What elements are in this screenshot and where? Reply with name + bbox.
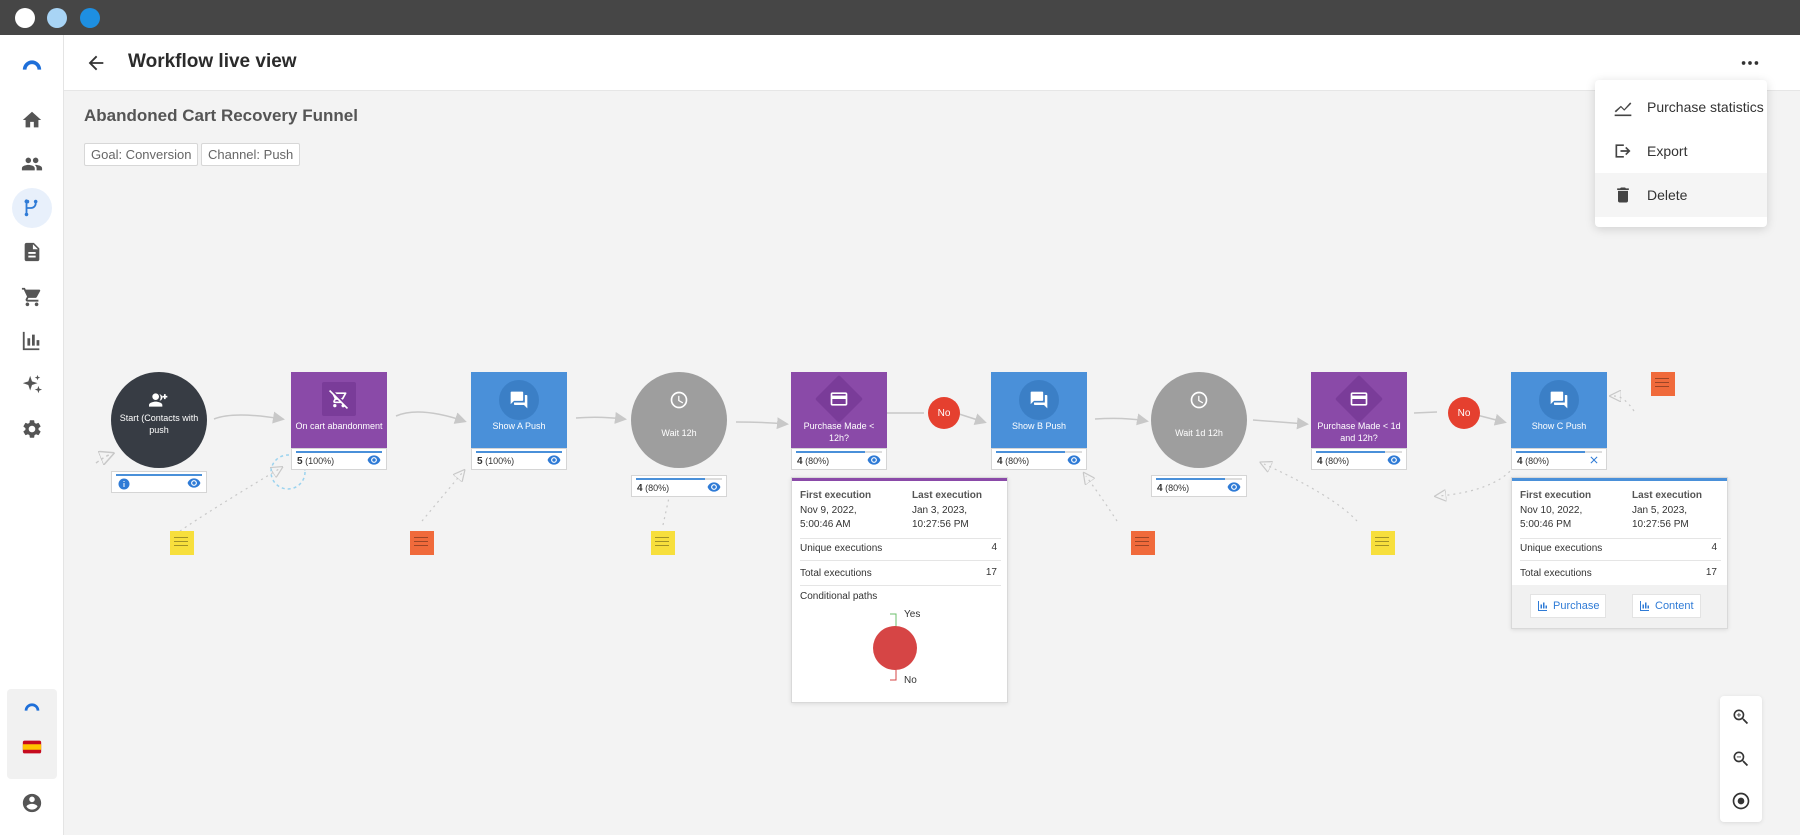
sidebar-brand-mini[interactable] (12, 687, 52, 727)
recenter-button[interactable] (1720, 780, 1762, 822)
menu-item-delete[interactable]: Delete (1595, 173, 1767, 217)
sidebar-item-workflows[interactable] (12, 188, 52, 228)
close-icon[interactable] (1587, 454, 1601, 466)
zoom-in-icon (1733, 709, 1749, 725)
branch-no-badge[interactable]: No (928, 397, 960, 429)
eye-icon[interactable] (547, 454, 561, 466)
info-icon[interactable] (118, 478, 130, 490)
zoom-in-button[interactable] (1720, 696, 1762, 738)
recenter-icon (1732, 792, 1750, 810)
node-details-popover-condition: First execution Nov 9, 2022, 5:00:46 AM … (791, 477, 1008, 703)
eye-icon[interactable] (707, 481, 721, 493)
brand-logo[interactable] (12, 45, 52, 85)
zoom-out-icon (1733, 751, 1749, 767)
credit-card-icon (1334, 374, 1384, 424)
menu-item-purchase-statistics[interactable]: Purchase statistics (1595, 85, 1767, 129)
node-show-b-push-stats[interactable]: 4 (80%) (991, 448, 1087, 470)
clock-icon (659, 380, 699, 420)
eye-icon[interactable] (367, 454, 381, 466)
chat-icon (1019, 380, 1059, 420)
cart-off-icon (322, 382, 356, 416)
paths-pie (873, 626, 917, 670)
arrow-left-icon (88, 55, 104, 71)
path-yes-label: Yes (904, 609, 921, 620)
home-icon (22, 111, 42, 128)
trash-icon (1617, 187, 1629, 203)
content-stats-button[interactable]: Content (1632, 594, 1701, 618)
zoom-out-button[interactable] (1720, 738, 1762, 780)
eye-icon[interactable] (1387, 454, 1401, 466)
sidebar-item-ai[interactable] (12, 365, 52, 405)
sticky-note-icon[interactable] (170, 531, 194, 555)
page-title: Workflow live view (128, 51, 297, 72)
more-actions-button[interactable] (1736, 49, 1764, 77)
workflow-canvas[interactable]: Start (Contacts with push On cart abando… (64, 91, 1800, 835)
account-button[interactable] (12, 783, 52, 823)
node-start-stats[interactable] (111, 471, 207, 493)
more-actions-menu: Purchase statistics Export Delete (1595, 80, 1767, 227)
back-button[interactable] (82, 49, 110, 77)
eye-icon[interactable] (187, 477, 201, 489)
node-purchase-made-12h-stats[interactable]: 4 (80%) (791, 448, 887, 470)
sparkles-icon (22, 374, 43, 394)
path-no-label: No (904, 675, 917, 686)
bar-chart-icon (22, 331, 40, 351)
more-horizontal-icon (1741, 61, 1759, 65)
account-icon (22, 793, 42, 813)
node-start[interactable]: Start (Contacts with push (111, 372, 207, 468)
sticky-note-icon[interactable] (1371, 531, 1395, 555)
node-show-c-push-stats[interactable]: 4 (80%) (1511, 448, 1607, 470)
node-wait-12h[interactable]: Wait 12h (631, 372, 727, 468)
sticky-note-icon[interactable] (410, 531, 434, 555)
language-selector[interactable] (12, 727, 52, 767)
clock-icon (1179, 380, 1219, 420)
sticky-note-icon[interactable] (1131, 531, 1155, 555)
sidebar-item-contacts[interactable] (12, 144, 52, 184)
window-close-button[interactable] (15, 8, 35, 28)
document-icon (24, 242, 40, 262)
bar-chart-icon (1538, 601, 1547, 611)
app-header: Workflow live view (64, 35, 1800, 91)
gear-icon (23, 420, 41, 438)
sidebar-item-analytics[interactable] (12, 321, 52, 361)
brand-logo-icon (22, 60, 42, 70)
conditional-paths-chart (873, 613, 917, 681)
eye-icon[interactable] (1067, 454, 1081, 466)
zoom-controls (1720, 696, 1762, 822)
node-wait-12h-stats[interactable]: 4 (80%) (631, 475, 727, 497)
sidebar-item-home[interactable] (12, 100, 52, 140)
users-icon (21, 157, 43, 171)
credit-card-icon (814, 374, 864, 424)
eye-icon[interactable] (867, 454, 881, 466)
spain-flag-icon (22, 740, 42, 754)
bar-chart-icon (1640, 601, 1649, 611)
chat-icon (1539, 380, 1579, 420)
node-details-popover-push: First execution Nov 10, 2022, 5:00:46 PM… (1511, 477, 1728, 629)
window-minimize-button[interactable] (47, 8, 67, 28)
eye-icon[interactable] (1227, 481, 1241, 493)
purchase-stats-button[interactable]: Purchase (1530, 594, 1607, 618)
cart-icon (21, 287, 41, 307)
brand-logo-small-icon (24, 703, 40, 711)
node-show-a-push-stats[interactable]: 5 (100%) (471, 448, 567, 470)
window-titlebar (0, 0, 1800, 35)
export-icon (1615, 144, 1631, 158)
sticky-note-icon[interactable] (651, 531, 675, 555)
node-purchase-made-1d-12h-stats[interactable]: 4 (80%) (1311, 448, 1407, 470)
menu-item-export[interactable]: Export (1595, 129, 1767, 173)
line-chart-icon (1614, 102, 1632, 117)
workflow-icon (24, 199, 38, 217)
chat-icon (499, 380, 539, 420)
sticky-note-icon[interactable] (1651, 372, 1675, 396)
window-maximize-button[interactable] (80, 8, 100, 28)
branch-no-badge-2[interactable]: No (1448, 397, 1480, 429)
sidebar-item-settings[interactable] (12, 409, 52, 449)
sidebar (0, 35, 64, 835)
node-wait-1d-12h-stats[interactable]: 4 (80%) (1151, 475, 1247, 497)
sidebar-item-commerce[interactable] (12, 277, 52, 317)
node-cart-abandonment-stats[interactable]: 5 (100%) (291, 448, 387, 470)
sidebar-item-documents[interactable] (12, 232, 52, 272)
node-wait-1d-12h[interactable]: Wait 1d 12h (1151, 372, 1247, 468)
